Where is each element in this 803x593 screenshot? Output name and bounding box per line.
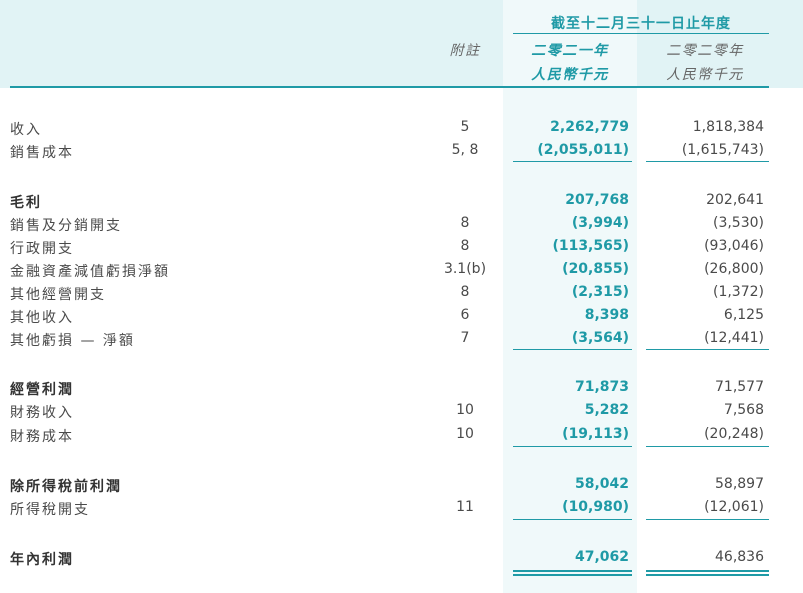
row-current: 58,042 bbox=[574, 476, 629, 492]
row-prior: 202,641 bbox=[706, 192, 764, 208]
row-current: (2,315) bbox=[571, 284, 629, 300]
row-prior: (20,248) bbox=[704, 426, 764, 442]
row-label: 行政開支 bbox=[10, 241, 74, 257]
row-note: 8 bbox=[460, 238, 470, 254]
row-current: 8,398 bbox=[584, 307, 629, 323]
row-current: 47,062 bbox=[574, 549, 629, 565]
row-prior: 46,836 bbox=[715, 549, 764, 565]
total-double-rule bbox=[646, 570, 769, 572]
row-label: 其他虧損 — 淨額 bbox=[10, 333, 135, 349]
row-impairment-losses: 金融資產減值虧損淨額 3.1(b) (20,855) (26,800) bbox=[0, 259, 803, 281]
row-label: 銷售成本 bbox=[10, 145, 74, 161]
note-column-header: 附註 bbox=[449, 43, 481, 59]
subtotal-rule bbox=[513, 446, 632, 447]
row-prior: (26,800) bbox=[704, 261, 764, 277]
total-double-rule bbox=[513, 570, 632, 572]
subtotal-rule bbox=[513, 161, 632, 162]
row-prior: (12,061) bbox=[704, 499, 764, 515]
row-label: 其他收入 bbox=[10, 310, 74, 326]
row-current: 5,282 bbox=[584, 402, 629, 418]
row-profit-before-tax: 除所得稅前利潤 58,042 58,897 bbox=[0, 474, 803, 496]
row-revenue: 收入 5 2,262,779 1,818,384 bbox=[0, 117, 803, 139]
row-note: 3.1(b) bbox=[443, 261, 487, 277]
subtotal-rule bbox=[646, 519, 769, 520]
row-note: 11 bbox=[456, 499, 474, 515]
row-label: 經營利潤 bbox=[10, 382, 74, 398]
row-current: (19,113) bbox=[562, 426, 629, 442]
row-label: 其他經營開支 bbox=[10, 287, 106, 303]
subtotal-rule bbox=[646, 446, 769, 447]
row-prior: (1,615,743) bbox=[681, 142, 764, 158]
row-label: 所得稅開支 bbox=[10, 502, 90, 518]
row-note: 10 bbox=[456, 402, 474, 418]
row-note: 8 bbox=[460, 284, 470, 300]
row-income-tax: 所得稅開支 11 (10,980) (12,061) bbox=[0, 497, 803, 519]
row-label: 金融資產減值虧損淨額 bbox=[10, 264, 170, 280]
row-current: (20,855) bbox=[562, 261, 629, 277]
row-note: 5 bbox=[460, 119, 470, 135]
period-heading: 截至十二月三十一日止年度 bbox=[551, 16, 731, 32]
row-finance-income: 財務收入 10 5,282 7,568 bbox=[0, 400, 803, 422]
row-note: 6 bbox=[460, 307, 470, 323]
row-prior: (1,372) bbox=[712, 284, 764, 300]
row-cost-of-sales: 銷售成本 5, 8 (2,055,011) (1,615,743) bbox=[0, 140, 803, 162]
row-admin-expenses: 行政開支 8 (113,565) (93,046) bbox=[0, 236, 803, 258]
subtotal-rule bbox=[513, 519, 632, 520]
current-unit-header: 人民幣千元 bbox=[531, 67, 609, 83]
subtotal-rule bbox=[513, 349, 632, 350]
row-finance-costs: 財務成本 10 (19,113) (20,248) bbox=[0, 424, 803, 446]
row-label: 銷售及分銷開支 bbox=[10, 218, 122, 234]
subtotal-rule bbox=[646, 161, 769, 162]
row-current: 207,768 bbox=[565, 192, 629, 208]
row-note: 5, 8 bbox=[451, 142, 479, 158]
row-label: 財務成本 bbox=[10, 429, 74, 445]
row-label: 年內利潤 bbox=[10, 552, 74, 568]
prior-unit-header: 人民幣千元 bbox=[666, 67, 744, 83]
row-prior: (93,046) bbox=[704, 238, 764, 254]
prior-year-header: 二零二零年 bbox=[666, 43, 744, 59]
current-year-header: 二零二一年 bbox=[531, 43, 609, 59]
row-selling-expenses: 銷售及分銷開支 8 (3,994) (3,530) bbox=[0, 213, 803, 235]
header-rule bbox=[10, 86, 769, 88]
row-operating-profit: 經營利潤 71,873 71,577 bbox=[0, 377, 803, 399]
row-other-losses: 其他虧損 — 淨額 7 (3,564) (12,441) bbox=[0, 328, 803, 350]
row-prior: 58,897 bbox=[715, 476, 764, 492]
row-prior: 6,125 bbox=[723, 307, 764, 323]
row-current: (3,994) bbox=[571, 215, 629, 231]
row-note: 7 bbox=[460, 330, 470, 346]
row-label: 毛利 bbox=[10, 195, 42, 211]
row-current: 71,873 bbox=[574, 379, 629, 395]
period-heading-rule bbox=[513, 33, 769, 34]
row-label: 財務收入 bbox=[10, 405, 74, 421]
total-double-rule bbox=[646, 574, 769, 576]
row-label: 除所得稅前利潤 bbox=[10, 479, 122, 495]
row-other-operating-expenses: 其他經營開支 8 (2,315) (1,372) bbox=[0, 282, 803, 304]
row-gross-profit: 毛利 207,768 202,641 bbox=[0, 190, 803, 212]
row-label: 收入 bbox=[10, 122, 42, 138]
row-profit-for-year: 年內利潤 47,062 46,836 bbox=[0, 547, 803, 569]
row-prior: 71,577 bbox=[715, 379, 764, 395]
row-current: (3,564) bbox=[571, 330, 629, 346]
row-current: 2,262,779 bbox=[550, 119, 629, 135]
row-prior: 1,818,384 bbox=[692, 119, 764, 135]
subtotal-rule bbox=[646, 349, 769, 350]
total-double-rule bbox=[513, 574, 632, 576]
row-current: (10,980) bbox=[562, 499, 629, 515]
row-current: (113,565) bbox=[552, 238, 629, 254]
row-current: (2,055,011) bbox=[537, 142, 629, 158]
row-prior: (12,441) bbox=[704, 330, 764, 346]
row-note: 10 bbox=[456, 426, 474, 442]
row-note: 8 bbox=[460, 215, 470, 231]
row-other-income: 其他收入 6 8,398 6,125 bbox=[0, 305, 803, 327]
row-prior: 7,568 bbox=[723, 402, 764, 418]
row-prior: (3,530) bbox=[712, 215, 764, 231]
